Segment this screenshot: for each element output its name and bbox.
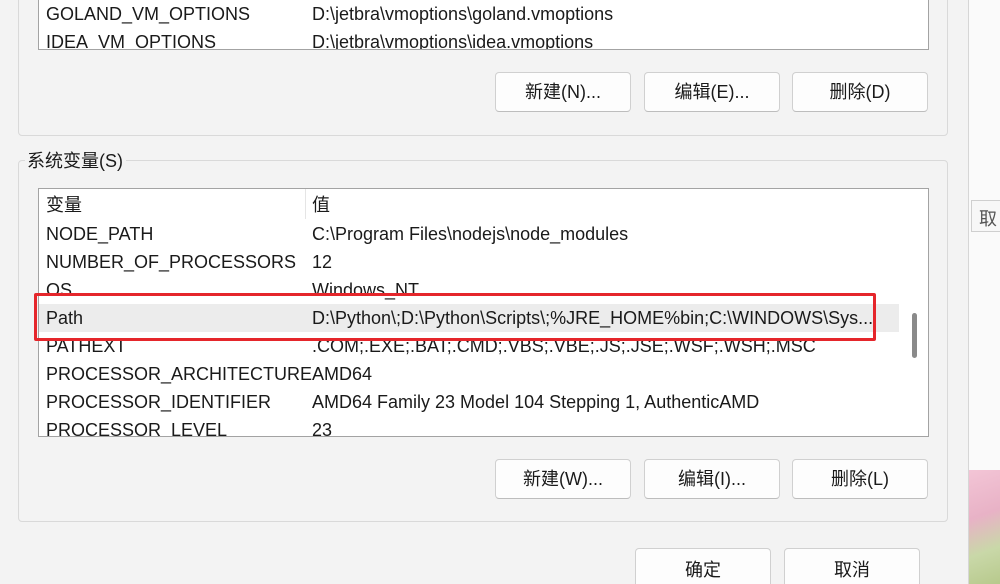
system-var-row[interactable]: PROCESSOR_LEVEL 23 (39, 416, 899, 437)
system-var-row[interactable]: PROCESSOR_ARCHITECTURE AMD64 (39, 360, 899, 388)
user-edit-button[interactable]: 编辑(E)... (644, 72, 780, 112)
var-name: PROCESSOR_IDENTIFIER (46, 392, 272, 412)
background-window: 取 (968, 0, 1000, 584)
path-row-highlight-annotation (34, 293, 876, 341)
background-window-label: 取 (979, 209, 997, 229)
var-name: GOLAND_VM_OPTIONS (46, 4, 251, 24)
cancel-button[interactable]: 取消 (784, 548, 920, 584)
var-name: PROCESSOR_LEVEL (46, 420, 228, 437)
var-value: 12 (312, 252, 333, 272)
column-header-variable[interactable]: 变量 (46, 189, 82, 221)
user-new-button[interactable]: 新建(N)... (495, 72, 631, 112)
system-edit-button[interactable]: 编辑(I)... (644, 459, 780, 499)
var-name: NUMBER_OF_PROCESSORS (46, 252, 297, 272)
var-value: AMD64 Family 23 Model 104 Stepping 1, Au… (312, 392, 760, 412)
column-header-value[interactable]: 值 (312, 189, 330, 221)
column-divider[interactable] (305, 189, 306, 219)
user-var-row[interactable]: GOLAND_VM_OPTIONS D:\jetbra\vmoptions\go… (39, 0, 899, 28)
system-var-row[interactable]: NODE_PATH C:\Program Files\nodejs\node_m… (39, 220, 899, 248)
vertical-scrollbar-thumb[interactable] (912, 313, 917, 358)
user-variables-list[interactable]: GOLAND_VM_OPTIONS D:\jetbra\vmoptions\go… (38, 0, 929, 50)
var-value: AMD64 (312, 364, 373, 384)
background-window-image (969, 470, 1000, 584)
ok-button[interactable]: 确定 (635, 548, 771, 584)
var-name: NODE_PATH (46, 224, 154, 244)
system-var-row[interactable]: NUMBER_OF_PROCESSORS 12 (39, 248, 899, 276)
system-var-row[interactable]: PROCESSOR_IDENTIFIER AMD64 Family 23 Mod… (39, 388, 899, 416)
var-value: 23 (312, 420, 333, 437)
var-name: IDEA_VM_OPTIONS (46, 32, 217, 50)
var-value: D:\jetbra\vmoptions\idea.vmoptions (312, 32, 594, 50)
var-value: C:\Program Files\nodejs\node_modules (312, 224, 629, 244)
system-new-button[interactable]: 新建(W)... (495, 459, 631, 499)
var-value: D:\jetbra\vmoptions\goland.vmoptions (312, 4, 614, 24)
system-variables-label: 系统变量(S) (25, 150, 126, 172)
user-delete-button[interactable]: 删除(D) (792, 72, 928, 112)
var-name: PROCESSOR_ARCHITECTURE (46, 364, 313, 384)
list-header: 变量 值 (39, 189, 901, 219)
system-delete-button[interactable]: 删除(L) (792, 459, 928, 499)
user-var-row[interactable]: IDEA_VM_OPTIONS D:\jetbra\vmoptions\idea… (39, 28, 899, 50)
